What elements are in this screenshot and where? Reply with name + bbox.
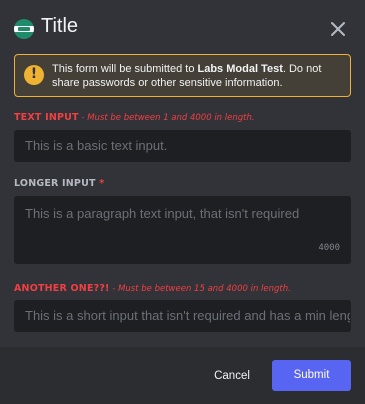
another-one-input-field[interactable]: This is a short input that isn't require… (14, 300, 351, 332)
character-counter: 4000 (318, 243, 340, 253)
field-label-longer-input: LONGER INPUT * (14, 178, 105, 189)
field-error-text-input: Must be between 1 and 4000 in length. (87, 113, 255, 123)
notice-text: This form will be submitted to Labs Moda… (52, 63, 322, 89)
cancel-button[interactable]: Cancel (208, 366, 256, 386)
longer-input-textarea[interactable]: This is a paragraph text input, that isn… (14, 196, 351, 264)
submit-button[interactable]: Submit (272, 360, 351, 391)
text-input-field[interactable]: This is a basic text input. (14, 130, 351, 162)
field-label-text-input: TEXT INPUT - Must be between 1 and 4000 … (14, 112, 255, 123)
security-notice: ! This form will be submitted to Labs Mo… (14, 54, 351, 97)
modal-footer: Cancel Submit (0, 347, 365, 404)
close-icon[interactable] (325, 16, 351, 42)
modal-dialog: Title ! This form will be submitted to L… (0, 0, 365, 404)
modal-header: Title (0, 0, 365, 52)
field-error-another-one: Must be between 15 and 4000 in length. (118, 284, 291, 294)
app-logo-icon (14, 19, 34, 39)
required-mark: * (99, 178, 105, 189)
field-label-another-one: ANOTHER ONE??! - Must be between 15 and … (14, 283, 291, 294)
modal-title: Title (41, 15, 79, 37)
notice-app-name: Labs Modal Test (197, 63, 283, 75)
warning-icon: ! (24, 65, 44, 85)
